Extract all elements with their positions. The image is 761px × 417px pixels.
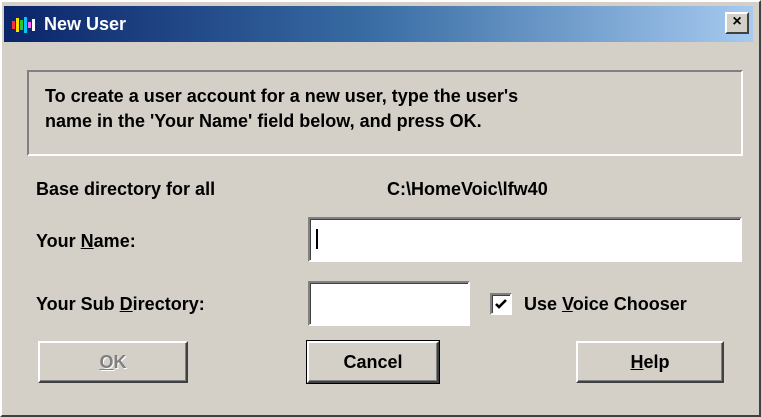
sub-directory-label-rest: irectory: bbox=[132, 294, 205, 314]
your-name-label-accelerator: N bbox=[80, 231, 94, 251]
help-button[interactable]: Help bbox=[576, 341, 724, 383]
voice-chooser-label-rest: oice Chooser bbox=[572, 294, 687, 314]
your-name-label-text: Your bbox=[36, 231, 81, 251]
sub-directory-input[interactable] bbox=[308, 281, 470, 326]
sub-directory-label: Your Sub Directory: bbox=[36, 293, 205, 315]
your-name-label: Your Name: bbox=[36, 230, 136, 252]
sub-directory-label-text: Your Sub bbox=[36, 294, 120, 314]
instructions-line-2: name in the 'Your Name' field below, and… bbox=[45, 111, 482, 131]
title-bar[interactable]: New User × bbox=[4, 6, 753, 42]
use-voice-chooser-label[interactable]: Use Voice Chooser bbox=[524, 293, 687, 315]
sub-directory-label-accelerator: D bbox=[119, 294, 133, 314]
cancel-button[interactable]: Cancel bbox=[306, 340, 440, 384]
base-directory-label: Base directory for all bbox=[36, 179, 216, 199]
your-name-label-rest: ame: bbox=[93, 231, 136, 251]
text-caret bbox=[316, 229, 318, 249]
ok-button[interactable]: OK bbox=[38, 341, 188, 383]
voice-chooser-label-accelerator: V bbox=[562, 294, 573, 314]
instructions-panel: To create a user account for a new user,… bbox=[27, 70, 743, 156]
use-voice-chooser-checkbox[interactable] bbox=[490, 293, 512, 315]
close-icon: × bbox=[732, 13, 742, 30]
your-name-input[interactable] bbox=[308, 217, 742, 262]
voice-chooser-label-text: Use bbox=[524, 294, 563, 314]
help-button-label: elp bbox=[643, 352, 670, 372]
app-icon bbox=[12, 17, 35, 33]
close-button[interactable]: × bbox=[725, 12, 749, 34]
cancel-button-label: Cancel bbox=[343, 352, 403, 372]
checkmark-icon bbox=[495, 299, 507, 309]
ok-button-accelerator: O bbox=[99, 352, 114, 372]
base-directory-value: C:\HomeVoic\lfw40 bbox=[387, 179, 548, 199]
instructions-line-1: To create a user account for a new user,… bbox=[45, 86, 519, 106]
window-title: New User bbox=[44, 14, 127, 34]
new-user-dialog: New User × To create a user account for … bbox=[0, 0, 761, 417]
ok-button-label: K bbox=[113, 352, 127, 372]
help-button-accelerator: H bbox=[630, 352, 644, 372]
